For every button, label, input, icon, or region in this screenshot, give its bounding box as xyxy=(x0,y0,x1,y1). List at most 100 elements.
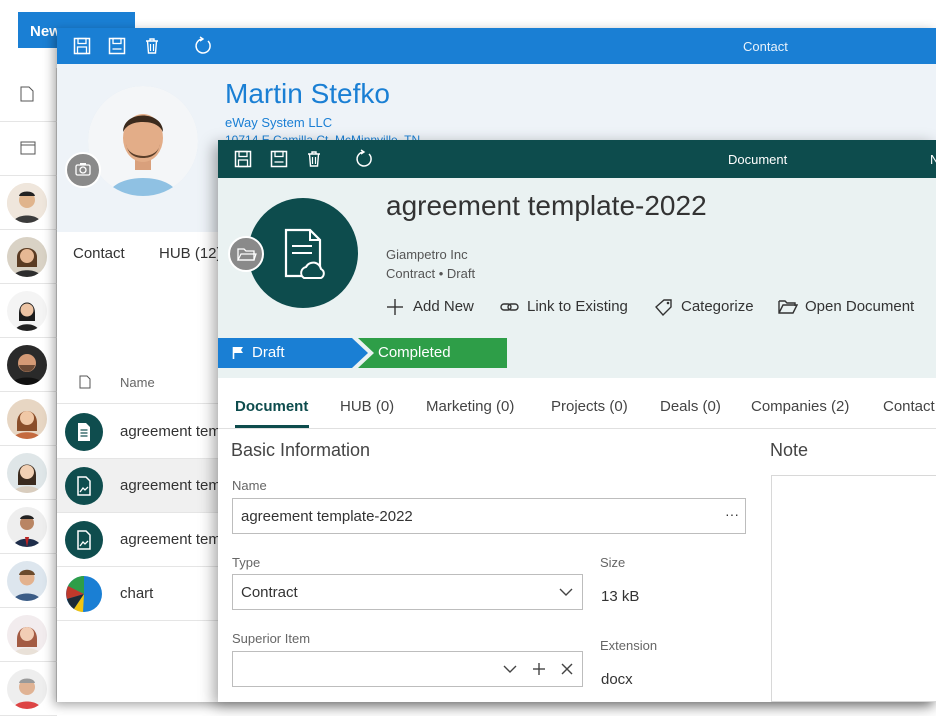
tab-hub[interactable]: HUB (12) xyxy=(159,245,222,262)
avatar xyxy=(7,237,47,277)
chevron-down-icon[interactable] xyxy=(559,588,573,597)
camera-icon xyxy=(75,163,91,176)
contact-company-link[interactable]: eWay System LLC xyxy=(225,115,332,130)
image-document-icon xyxy=(65,521,103,559)
change-photo-button[interactable] xyxy=(65,152,101,188)
link-icon xyxy=(500,303,519,311)
section-basic-information: Basic Information xyxy=(231,440,371,460)
refresh-icon[interactable] xyxy=(193,36,213,56)
list-item-label: chart xyxy=(120,585,154,602)
avatar xyxy=(7,291,47,331)
tab-divider xyxy=(218,428,936,429)
window-title: Contact xyxy=(743,39,788,54)
extension-label: Extension xyxy=(600,638,658,653)
flag-icon xyxy=(232,347,243,359)
close-icon[interactable] xyxy=(561,663,573,675)
rail-contact-avatar[interactable] xyxy=(0,338,57,392)
document-company-link[interactable]: Giampetro Inc xyxy=(386,247,468,262)
type-select-value: Contract xyxy=(241,584,298,601)
rail-contact-avatar[interactable] xyxy=(0,500,57,554)
document-type-status: Contract • Draft xyxy=(386,266,476,281)
avatar xyxy=(7,453,47,493)
name-field-value: agreement template-2022 xyxy=(241,508,413,525)
save-and-close-icon[interactable] xyxy=(73,37,91,55)
contact-photo xyxy=(88,86,198,196)
avatar xyxy=(7,399,47,439)
avatar xyxy=(7,183,47,223)
stage-completed-label: Completed xyxy=(378,344,451,361)
tab-companies[interactable]: Companies (2) xyxy=(751,398,849,415)
save-icon[interactable] xyxy=(270,150,288,168)
link-to-existing-label: Link to Existing xyxy=(527,298,628,315)
rail-contact-avatar[interactable] xyxy=(0,176,57,230)
folder-open-icon xyxy=(778,300,798,314)
size-value: 13 kB xyxy=(601,588,640,605)
add-new-label: Add New xyxy=(413,298,474,315)
avatar xyxy=(7,615,47,655)
document-icon xyxy=(65,413,103,451)
document-name: agreement template-2022 xyxy=(386,190,707,221)
contact-name: Martin Stefko xyxy=(225,78,390,109)
rail-contact-avatar[interactable] xyxy=(0,608,57,662)
tab-contacts[interactable]: Contact xyxy=(883,398,935,415)
name-field[interactable]: agreement template-2022 ··· xyxy=(232,498,746,534)
document-icon xyxy=(20,86,34,102)
stage-draft[interactable]: Draft xyxy=(218,338,368,368)
rail-contact-avatar[interactable] xyxy=(0,446,57,500)
open-document-label: Open Document xyxy=(805,298,915,315)
left-rail xyxy=(0,68,57,716)
tag-icon xyxy=(655,299,672,316)
section-note: Note xyxy=(770,440,809,460)
refresh-icon[interactable] xyxy=(354,149,374,169)
window-title: Document xyxy=(728,152,788,167)
tab-projects[interactable]: Projects (0) xyxy=(551,398,628,415)
document-window: Document N agreement template-2022 Giamp… xyxy=(218,140,936,702)
chevron-down-icon[interactable] xyxy=(503,665,517,674)
plus-icon[interactable] xyxy=(532,662,546,676)
contact-toolbar: Contact xyxy=(57,28,936,64)
stage-draft-label: Draft xyxy=(252,344,285,361)
superior-item-label: Superior Item xyxy=(232,631,311,646)
document-icon xyxy=(79,375,91,389)
type-select[interactable]: Contract xyxy=(232,574,583,610)
pie-chart-thumbnail xyxy=(65,575,103,613)
note-textarea[interactable] xyxy=(771,475,936,702)
rail-contact-avatar[interactable] xyxy=(0,662,57,716)
change-file-button[interactable] xyxy=(228,236,264,272)
window-title-overflow: N xyxy=(930,152,936,167)
document-toolbar: Document N xyxy=(218,140,936,178)
tab-hub[interactable]: HUB (0) xyxy=(340,398,394,415)
save-icon[interactable] xyxy=(108,37,126,55)
categorize-label: Categorize xyxy=(681,298,754,315)
rail-contact-avatar[interactable] xyxy=(0,284,57,338)
window-icon xyxy=(20,141,36,155)
save-and-close-icon[interactable] xyxy=(234,150,252,168)
superior-item-field[interactable] xyxy=(232,651,583,687)
rail-item-documents[interactable] xyxy=(0,68,57,122)
rail-contact-avatar[interactable] xyxy=(0,392,57,446)
plus-icon xyxy=(387,299,403,315)
type-label: Type xyxy=(232,555,261,570)
rail-contact-avatar[interactable] xyxy=(0,554,57,608)
image-document-icon xyxy=(65,467,103,505)
tab-marketing[interactable]: Marketing (0) xyxy=(426,398,514,415)
stage-completed[interactable]: Completed xyxy=(358,338,507,368)
extension-value: docx xyxy=(601,671,633,688)
more-options-icon[interactable]: ··· xyxy=(725,506,739,522)
avatar xyxy=(7,507,47,547)
tab-document[interactable]: Document xyxy=(235,398,308,415)
avatar xyxy=(7,561,47,601)
delete-icon[interactable] xyxy=(305,150,323,168)
tab-deals[interactable]: Deals (0) xyxy=(660,398,721,415)
delete-icon[interactable] xyxy=(143,37,161,55)
column-header-name[interactable]: Name xyxy=(120,375,155,390)
document-cloud-icon xyxy=(248,198,358,308)
rail-contact-avatar[interactable] xyxy=(0,230,57,284)
avatar xyxy=(7,345,47,385)
avatar xyxy=(7,669,47,709)
size-label: Size xyxy=(600,555,626,570)
name-label: Name xyxy=(232,478,267,493)
tab-contact[interactable]: Contact xyxy=(73,245,125,262)
folder-open-icon xyxy=(237,248,257,261)
rail-item-window[interactable] xyxy=(0,122,57,176)
